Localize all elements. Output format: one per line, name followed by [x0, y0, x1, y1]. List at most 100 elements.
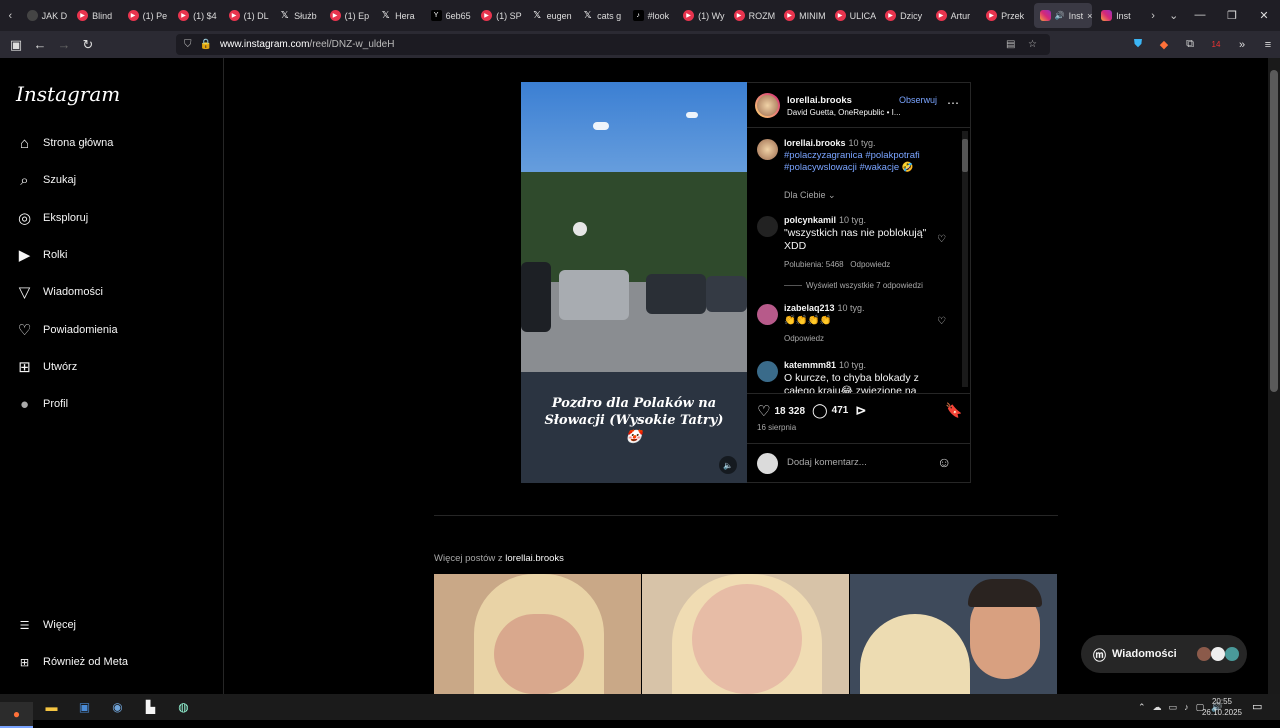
reader-view-icon[interactable]: ▤ — [1006, 39, 1015, 50]
tab-scroll-left-icon[interactable]: ‹ — [0, 10, 21, 22]
steam-icon[interactable]: ◉ — [101, 694, 134, 720]
post-thumbnail[interactable] — [850, 574, 1057, 694]
browser-tab[interactable]: ▶ (1) $4 — [172, 0, 223, 31]
microphone-icon[interactable]: ♪ — [1184, 702, 1189, 712]
browser-tab[interactable]: Y 6eb65 — [425, 0, 476, 31]
comment-input[interactable]: Dodaj komentarz... — [787, 457, 867, 468]
app-menu-icon[interactable]: ≡ — [1258, 39, 1278, 51]
browser-tab[interactable]: ▶ Dzicy — [879, 0, 930, 31]
minimize-icon[interactable]: — — [1184, 9, 1216, 22]
overflow-chevrons-icon[interactable]: » — [1232, 39, 1252, 51]
sidebar-item-6[interactable]: ⊞ Utwórz — [16, 357, 77, 377]
browser-tab[interactable]: ▶ (1) DL — [223, 0, 274, 31]
extension-badge[interactable]: 14 — [1206, 40, 1226, 49]
cloud-icon[interactable]: ☁ — [1153, 702, 1162, 713]
comment-likes[interactable]: Polubienia: 5468 — [784, 260, 844, 269]
browser-tab[interactable]: ▶ (1) Ep — [324, 0, 375, 31]
browser-tab[interactable]: ▶ (1) SP — [475, 0, 526, 31]
sidebar-item-3[interactable]: ▶ Rolki — [16, 245, 68, 265]
bookmark-star-icon[interactable]: ☆ — [1028, 39, 1037, 50]
forward-icon[interactable]: → — [52, 37, 76, 52]
sidebar-item-more[interactable]: ☰ Więcej — [16, 615, 76, 635]
extension-fox-icon[interactable]: ◆ — [1154, 38, 1174, 51]
close-window-icon[interactable]: ✕ — [1248, 9, 1280, 22]
browser-tab[interactable]: 𝕏 Służb — [273, 0, 324, 31]
comments-scrollbar[interactable] — [962, 131, 968, 387]
sidebar-item-7[interactable]: ● Profil — [16, 394, 68, 414]
mute-icon[interactable]: 🔈 — [719, 456, 737, 474]
more-posts-username[interactable]: lorellai.brooks — [505, 553, 564, 564]
browser-tab[interactable]: 𝕏eugen — [526, 0, 577, 31]
tab-close-icon[interactable]: × — [1087, 11, 1092, 21]
address-bar[interactable]: ⛉ 🔒 www.instagram.com/reel/DNZ-w_uldeH ▤… — [176, 34, 1050, 55]
emoji-icon[interactable]: ☺ — [937, 454, 951, 470]
computer-icon[interactable]: ▣ — [68, 694, 101, 720]
reload-icon[interactable]: ↻ — [76, 37, 100, 53]
browser-tab[interactable]: ▶ ULICA — [829, 0, 880, 31]
sidebar-item-meta[interactable]: ⊞ Również od Meta — [16, 652, 128, 672]
back-icon[interactable]: ← — [28, 37, 52, 52]
sidebar-item-4[interactable]: ▽ Wiadomości — [16, 282, 103, 302]
notifications-icon[interactable]: ▭ — [1252, 700, 1262, 713]
restore-icon[interactable]: ❐ — [1216, 9, 1248, 22]
sidebar-item-5[interactable]: ♡ Powiadomienia — [16, 320, 118, 340]
tray-chevron-icon[interactable]: ⌃ — [1138, 702, 1146, 713]
browser-tab[interactable]: 𝕏cats g — [576, 0, 627, 31]
browser-tab[interactable]: ▶ Artur — [930, 0, 981, 31]
tab-list-dropdown-icon[interactable]: ⌄ — [1163, 9, 1184, 22]
avatar[interactable] — [757, 304, 778, 325]
browser-tab[interactable]: ▶ Blind — [71, 0, 122, 31]
extension-shield-icon[interactable]: ⛊ — [1128, 38, 1148, 51]
browser-tab[interactable]: ▶ MINIM — [778, 0, 829, 31]
file-explorer-icon[interactable]: ▬ — [35, 694, 68, 720]
sidebar-toggle-icon[interactable]: ▣ — [4, 37, 28, 53]
avatar[interactable] — [757, 361, 778, 382]
browser-tab[interactable]: ♪ #look — [627, 0, 678, 31]
follow-button[interactable]: Obserwuj — [899, 95, 937, 105]
sidebar-item-1[interactable]: ⌕ Szukaj — [16, 170, 76, 190]
firefox-icon[interactable]: ● — [0, 702, 33, 728]
app-icon[interactable]: ◍ — [167, 694, 200, 720]
extensions-puzzle-icon[interactable]: ⧉ — [1180, 38, 1200, 51]
messages-floating-button[interactable]: ⓜ Wiadomości — [1081, 635, 1247, 673]
roblox-studio-icon[interactable]: ▙ — [134, 694, 167, 720]
browser-tab[interactable]: ▶ (1) Wy — [677, 0, 728, 31]
reel-video[interactable]: Pozdro dla Polaków na Słowacji (Wysokie … — [521, 82, 747, 483]
post-thumbnail[interactable] — [434, 574, 641, 694]
comment-username[interactable]: izabelaq213 — [784, 303, 835, 313]
instagram-logo[interactable]: Instagram — [16, 82, 120, 106]
scrollbar-thumb[interactable] — [1270, 70, 1278, 392]
comment-username[interactable]: polcynkamil — [784, 215, 836, 225]
like-button[interactable]: ♡ 18 328 — [757, 402, 805, 420]
speaker-icon[interactable]: 🔊 — [1055, 11, 1065, 20]
post-thumbnail[interactable] — [642, 574, 849, 694]
comment-button[interactable]: ◯ 471 — [812, 402, 848, 419]
for-you-filter[interactable]: Dla Ciebie ⌄ — [784, 189, 970, 201]
browser-tab[interactable]: 𝕏 Hera — [374, 0, 425, 31]
browser-tab[interactable]: ▶ (1) Pe — [122, 0, 173, 31]
taskbar-clock[interactable]: 20:55 26.10.2025 — [1200, 696, 1244, 718]
sidebar-item-0[interactable]: ⌂ Strona główna — [16, 133, 113, 153]
comment-username[interactable]: katemmm81 — [784, 360, 836, 370]
browser-tab[interactable]: ▶ ROZM — [728, 0, 779, 31]
more-options-icon[interactable]: ⋯ — [947, 96, 959, 110]
shield-icon[interactable]: ⛉ — [184, 39, 192, 50]
browser-tab[interactable]: JAK D — [21, 0, 72, 31]
post-music[interactable]: David Guetta, OneRepublic • I... — [787, 108, 901, 117]
reply-button[interactable]: Odpowiedz — [850, 260, 890, 269]
like-comment-heart-icon[interactable]: ♡ — [937, 234, 946, 246]
browser-tab[interactable]: ▶ Przek — [980, 0, 1031, 31]
like-comment-heart-icon[interactable]: ♡ — [937, 316, 946, 328]
sidebar-item-2[interactable]: ◎ Eksploruj — [16, 208, 88, 228]
post-username[interactable]: lorellai.brooks — [787, 95, 852, 106]
caption-username[interactable]: lorellai.brooks — [784, 138, 846, 148]
save-bookmark-icon[interactable]: 🔖 — [945, 402, 962, 419]
page-scrollbar[interactable] — [1268, 58, 1280, 694]
tab-instagram-active[interactable]: 🔊 Inst × — [1033, 3, 1093, 28]
network-icon[interactable]: ▭ — [1169, 702, 1178, 713]
tab-scroll-right-icon[interactable]: › — [1143, 10, 1164, 22]
share-send-icon[interactable]: ⊳ — [855, 402, 867, 419]
story-ring[interactable] — [755, 93, 780, 118]
caption-hashtags[interactable]: #polaczyzagranica #polakpotrafi #polacyw… — [784, 150, 920, 173]
scrollbar-thumb[interactable] — [962, 139, 968, 172]
